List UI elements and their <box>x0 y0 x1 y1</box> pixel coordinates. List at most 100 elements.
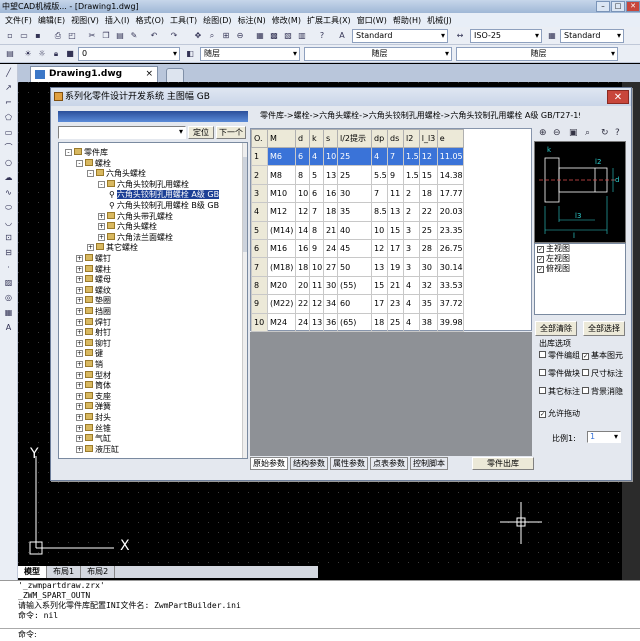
table-cell[interactable]: 24 <box>323 238 338 259</box>
view-item[interactable]: ✓ 左视图 <box>535 254 625 264</box>
table-cell[interactable]: 3 <box>403 238 420 259</box>
mtext-icon[interactable]: A <box>3 322 15 334</box>
minimize-button[interactable]: – <box>596 1 610 12</box>
expand-toggle-icon[interactable]: + <box>98 233 105 241</box>
table-cell[interactable]: 11 <box>387 183 404 204</box>
open-file-icon[interactable]: ▭ <box>18 30 30 42</box>
table-cell[interactable]: 10 <box>323 146 338 167</box>
copy-icon[interactable]: ❐ <box>100 30 112 42</box>
menu-item[interactable]: 编辑(E) <box>35 15 68 26</box>
tree-node[interactable]: + 液压缸 <box>76 444 119 455</box>
table-cell[interactable]: 30 <box>337 183 372 204</box>
expand-toggle-icon[interactable]: + <box>76 435 83 443</box>
parameter-tab[interactable]: 属性参数 <box>330 457 368 470</box>
table-cell[interactable]: 5 <box>251 220 268 240</box>
table-cell[interactable]: 11 <box>309 275 324 296</box>
layer-select[interactable]: 0 <box>78 47 180 61</box>
table-cell[interactable]: (65) <box>337 312 372 332</box>
polygon-icon[interactable]: ⬠ <box>3 112 15 124</box>
table-cell[interactable]: 3 <box>403 220 420 240</box>
dialog-close-button[interactable]: ✕ <box>607 90 629 104</box>
table-cell[interactable]: (M18) <box>267 257 296 277</box>
table-cell[interactable]: 25 <box>418 220 438 240</box>
view-list[interactable]: ✓ 主视图 ✓ 左视图 ✓ 俯视图 <box>534 243 626 315</box>
table-row[interactable]: 6 M16 16 9 24 45 12 17 3 28 26.75 <box>251 238 464 259</box>
table-cell[interactable]: 37.72 <box>436 294 464 314</box>
checkbox[interactable]: ✓ <box>537 266 544 273</box>
bulb-icon[interactable]: ☀ <box>22 48 34 60</box>
ellipse-icon[interactable]: ⬭ <box>3 202 15 214</box>
table-cell[interactable]: 50 <box>337 257 372 277</box>
table-cell[interactable]: 10 <box>295 183 310 204</box>
tree-node[interactable]: + 封头 <box>76 412 111 423</box>
sun-icon[interactable]: ☼ <box>36 48 48 60</box>
calculator-icon[interactable]: ▥ <box>296 30 308 42</box>
table-cell[interactable]: 32 <box>418 275 438 296</box>
table-cell[interactable]: M12 <box>267 202 296 222</box>
expand-toggle-icon[interactable]: + <box>76 350 83 358</box>
table-cell[interactable]: 14 <box>295 220 310 240</box>
table-cell[interactable]: 39.98 <box>436 312 464 332</box>
scale-select[interactable]: 1 <box>587 431 621 443</box>
table-row[interactable]: 8 M20 20 11 30 (55) 15 21 4 32 33.53 <box>251 275 464 296</box>
table-cell[interactable]: 25 <box>387 312 404 332</box>
text-style-select[interactable]: Standard <box>352 29 448 43</box>
menu-item[interactable]: 文件(F) <box>2 15 35 26</box>
output-option[interactable]: ✓ 基本图元 <box>582 350 628 361</box>
tree-node[interactable]: + 焊钉 <box>76 317 111 328</box>
expand-toggle-icon[interactable]: + <box>76 382 83 390</box>
expand-toggle-icon[interactable]: + <box>76 308 83 315</box>
pan-icon[interactable]: ✥ <box>192 30 204 42</box>
zoom-realtime-icon[interactable]: ⌕ <box>206 30 218 42</box>
expand-toggle-icon[interactable]: - <box>76 159 83 167</box>
tree-node[interactable]: + 支座 <box>76 391 111 402</box>
table-cell[interactable]: (M22) <box>267 294 296 314</box>
table-cell[interactable]: 8 <box>309 220 324 240</box>
expand-toggle-icon[interactable]: + <box>76 297 83 305</box>
table-cell[interactable]: 4 <box>309 146 324 167</box>
polyline-icon[interactable]: ⌐ <box>3 97 15 109</box>
table-cell[interactable]: 28 <box>418 238 438 259</box>
table-cell[interactable]: 9 <box>387 165 404 185</box>
expand-toggle-icon[interactable]: + <box>76 329 83 337</box>
table-cell[interactable]: 7 <box>371 183 388 204</box>
table-cell[interactable]: 18 <box>323 202 338 222</box>
color-select[interactable]: 随层 <box>200 47 300 61</box>
table-cell[interactable]: 25 <box>337 165 372 185</box>
make-block-icon[interactable]: ⊟ <box>3 247 15 259</box>
table-cell[interactable]: 7 <box>309 202 324 222</box>
expand-toggle-icon[interactable]: + <box>76 392 83 400</box>
expand-toggle-icon[interactable]: + <box>76 361 83 368</box>
output-option[interactable]: ✓ 允许拖动 <box>539 408 580 419</box>
layout-tab[interactable]: 布局1 <box>47 566 82 578</box>
tree-node[interactable]: + 螺纹 <box>76 285 111 296</box>
table-cell[interactable]: 4 <box>403 312 420 332</box>
table-cell[interactable]: 12 <box>371 238 388 259</box>
table-cell[interactable]: 8 <box>295 165 310 185</box>
tree-node[interactable]: + 型材 <box>76 370 111 381</box>
dialog-title-bar[interactable]: 系列化零件设计开发系统 主图幅 GB <box>51 88 631 106</box>
checkbox[interactable]: ✓ <box>537 256 544 263</box>
layout-tab[interactable]: 布局2 <box>81 566 116 578</box>
output-option[interactable]: 背景消隐 <box>582 386 628 397</box>
expand-toggle-icon[interactable]: + <box>76 276 83 284</box>
part-output-button[interactable]: 零件出库 <box>472 457 534 470</box>
preview-icon[interactable]: ◰ <box>66 30 78 42</box>
checkbox[interactable] <box>582 387 589 394</box>
tree-node[interactable]: + 弹簧 <box>76 401 111 412</box>
tree-scrollbar[interactable] <box>242 143 247 458</box>
table-cell[interactable]: 18 <box>295 257 310 277</box>
table-cell[interactable]: 35 <box>337 202 372 222</box>
checkbox[interactable] <box>539 351 546 358</box>
ellipse-arc-icon[interactable]: ◡ <box>3 217 15 229</box>
clear-all-button[interactable]: 全部清除 <box>535 321 577 336</box>
tree-node[interactable]: + 键 <box>76 348 103 359</box>
table-cell[interactable]: 15 <box>371 275 388 296</box>
expand-toggle-icon[interactable]: + <box>76 255 83 262</box>
table-cell[interactable]: 16 <box>295 238 310 259</box>
table-row[interactable]: 3 M10 10 6 16 30 7 11 2 18 17.77 <box>251 183 464 204</box>
column-header[interactable]: ds <box>387 129 404 148</box>
hatch-icon[interactable]: ▨ <box>3 277 15 289</box>
table-row[interactable]: 2 M8 8 5 13 25 5.5 9 1.5 15 14.38 <box>251 165 464 185</box>
table-cell[interactable]: 13 <box>371 257 388 277</box>
